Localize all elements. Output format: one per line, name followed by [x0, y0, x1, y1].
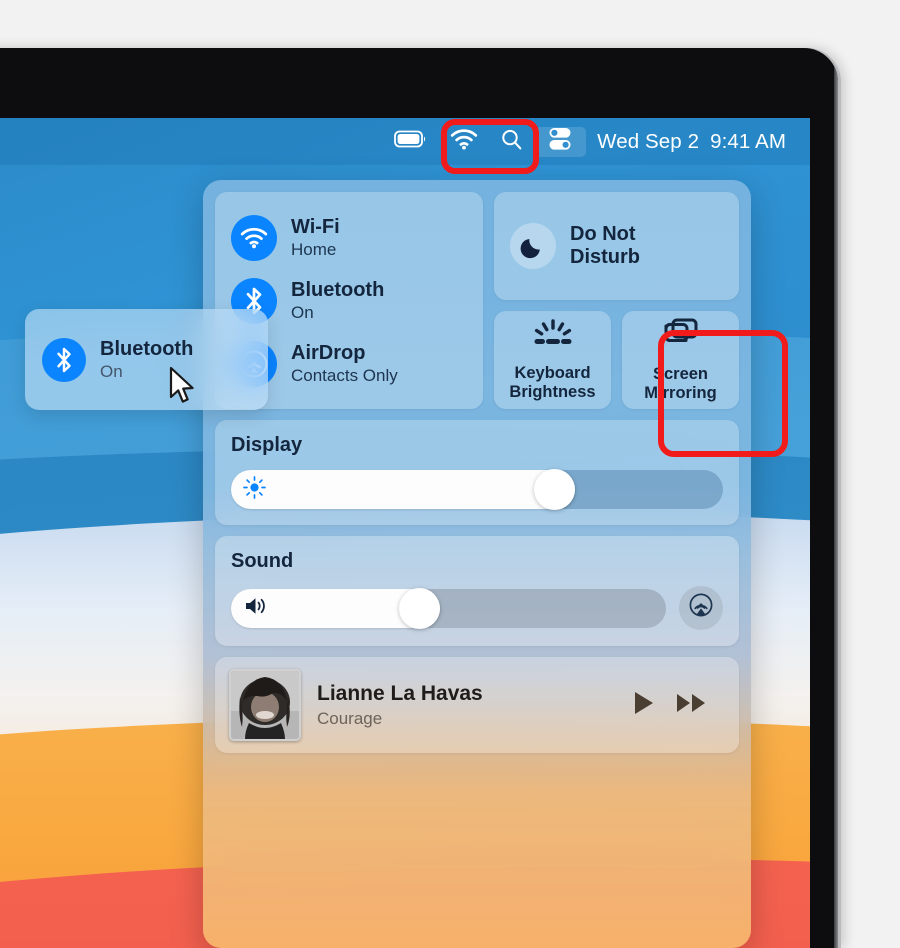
- sound-slider-row: [231, 586, 723, 631]
- bluetooth-subtitle: On: [291, 302, 314, 322]
- connectivity-row-text: AirDrop Contacts Only: [291, 342, 398, 384]
- do-not-disturb-label: Do Not Disturb: [570, 223, 640, 269]
- play-button[interactable]: [631, 689, 657, 722]
- now-playing-controls: [631, 689, 725, 722]
- wifi-icon: [231, 214, 277, 261]
- bluetooth-hover-tile[interactable]: Bluetooth On: [25, 309, 268, 410]
- screen-mirroring-tile[interactable]: Screen Mirroring: [622, 311, 739, 410]
- moon-icon: [510, 223, 556, 269]
- keyboard-brightness-icon: [530, 318, 576, 354]
- bluetooth-icon: [42, 337, 86, 382]
- battery-icon: [394, 129, 428, 154]
- bluetooth-hover-title: Bluetooth: [100, 337, 194, 360]
- sound-heading: Sound: [231, 550, 294, 573]
- wifi-icon: [450, 128, 478, 155]
- dnd-line2: Disturb: [570, 246, 640, 268]
- brightness-sun-icon: [243, 475, 266, 504]
- airdrop-title: AirDrop: [291, 342, 366, 365]
- screen-mirroring-icon: [661, 317, 701, 355]
- keyboard-brightness-line2: Brightness: [509, 382, 596, 401]
- bluetooth-title: Bluetooth: [291, 279, 385, 302]
- keyboard-brightness-tile[interactable]: Keyboard Brightness: [494, 311, 611, 410]
- menubar-wifi[interactable]: [439, 127, 489, 157]
- laptop-device-frame: Wed Sep 2 9:41 AM Wi-Fi Home Bluetooth O…: [0, 48, 838, 948]
- now-playing-text: Lianne La Havas Courage: [317, 681, 615, 729]
- menubar-date: Wed Sep 2: [597, 129, 700, 153]
- spotlight-search-icon: [500, 128, 523, 156]
- menubar-spotlight[interactable]: [489, 127, 534, 157]
- airplay-audio-icon: [687, 592, 715, 625]
- menubar-control-center-button[interactable]: [534, 126, 587, 157]
- wifi-subtitle: Home: [291, 239, 337, 259]
- control-center-top-row: Wi-Fi Home Bluetooth On AirDrop Contacts…: [215, 192, 739, 410]
- control-center-right-column: Do Not Disturb Keyboard Brightness Scree…: [494, 192, 739, 410]
- sound-slider-knob[interactable]: [398, 587, 440, 629]
- menubar-date-time[interactable]: Wed Sep 2 9:41 AM: [586, 127, 786, 157]
- mouse-cursor: [168, 366, 198, 413]
- display-brightness-slider[interactable]: [231, 469, 723, 511]
- keyboard-brightness-line1: Keyboard: [514, 363, 591, 382]
- speaker-volume-icon: [243, 595, 269, 622]
- fast-forward-button[interactable]: [675, 689, 709, 722]
- dnd-line1: Do Not: [570, 222, 636, 245]
- connectivity-row-wifi[interactable]: Wi-Fi Home: [215, 209, 483, 267]
- menu-bar: Wed Sep 2 9:41 AM: [0, 118, 810, 165]
- display-module: Display: [215, 420, 739, 526]
- do-not-disturb-tile[interactable]: Do Not Disturb: [494, 192, 739, 300]
- display-heading: Display: [231, 434, 303, 457]
- screen-mirroring-line2: Mirroring: [644, 384, 717, 403]
- airdrop-subtitle: Contacts Only: [291, 365, 398, 385]
- sound-module: Sound: [215, 536, 739, 647]
- screen-mirroring-label: Screen Mirroring: [644, 365, 716, 403]
- wifi-title: Wi-Fi: [291, 216, 340, 239]
- display-slider-row: [231, 469, 723, 511]
- airplay-audio-button[interactable]: [679, 586, 723, 631]
- control-center-tile-row: Keyboard Brightness Screen Mirroring: [494, 311, 739, 410]
- device-bezel-edge: [834, 48, 838, 948]
- connectivity-row-text: Bluetooth On: [291, 279, 384, 321]
- album-artwork[interactable]: [229, 669, 301, 742]
- now-playing-module: Lianne La Havas Courage: [215, 657, 739, 754]
- screen: Wed Sep 2 9:41 AM Wi-Fi Home Bluetooth O…: [0, 118, 810, 948]
- control-center-panel: Wi-Fi Home Bluetooth On AirDrop Contacts…: [203, 180, 751, 948]
- sound-volume-slider[interactable]: [231, 587, 666, 629]
- now-playing-title: Lianne La Havas: [317, 682, 483, 706]
- connectivity-row-text: Wi-Fi Home: [291, 216, 340, 258]
- display-slider-knob[interactable]: [534, 469, 576, 511]
- keyboard-brightness-label: Keyboard Brightness: [509, 364, 595, 402]
- menubar-battery[interactable]: [383, 127, 439, 157]
- screen-mirroring-line1: Screen: [652, 365, 709, 383]
- now-playing-subtitle: Courage: [317, 708, 383, 728]
- display-slider-fill: [231, 470, 576, 510]
- control-center-icon: [545, 126, 575, 157]
- menubar-time: 9:41 AM: [710, 129, 786, 153]
